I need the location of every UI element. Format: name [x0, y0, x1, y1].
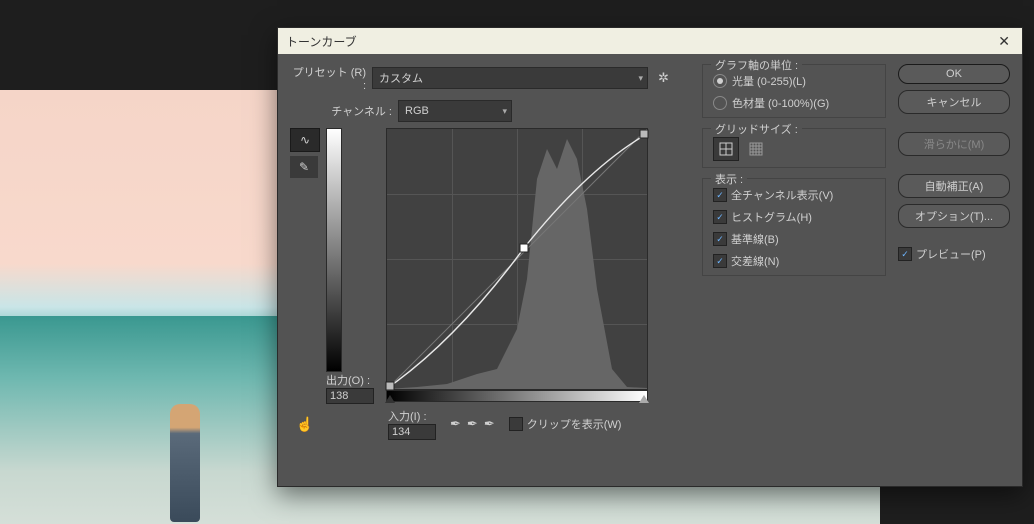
histogram-checkbox[interactable]: ✓: [713, 210, 727, 224]
black-eyedropper-icon[interactable]: ✒: [450, 416, 461, 432]
histogram-label: ヒストグラム(H): [731, 209, 812, 225]
intersection-checkbox[interactable]: ✓: [713, 254, 727, 268]
auto-button[interactable]: 自動補正(A): [898, 174, 1010, 198]
input-gradient: [386, 390, 648, 402]
all-channels-label: 全チャンネル表示(V): [731, 187, 833, 203]
input-value-input[interactable]: 134: [388, 424, 436, 440]
show-clip-checkbox[interactable]: [509, 417, 523, 431]
output-label: 出力(O) :: [326, 372, 374, 388]
white-eyedropper-icon[interactable]: ✒: [484, 416, 495, 432]
curve-point-selected[interactable]: [519, 244, 528, 253]
smooth-button[interactable]: 滑らかに(M): [898, 132, 1010, 156]
light-radio[interactable]: [713, 74, 727, 88]
display-group: 表示 : ✓ 全チャンネル表示(V) ✓ ヒストグラム(H) ✓ 基準線(B): [702, 178, 886, 276]
grid-fine-button[interactable]: [744, 138, 768, 160]
gear-icon[interactable]: ✲: [658, 70, 669, 86]
preset-label: プリセット (R) :: [290, 64, 366, 92]
grid-size-group: グリッドサイズ :: [702, 128, 886, 168]
pigment-radio[interactable]: [713, 96, 727, 110]
axis-unit-group: グラフ軸の単位 : 光量 (0-255)(L) 色材量 (0-100%)(G): [702, 64, 886, 118]
gray-eyedropper-icon[interactable]: ✒: [467, 416, 478, 432]
light-radio-label: 光量 (0-255)(L): [732, 73, 806, 89]
curve-tool-pencil-icon[interactable]: ✎: [290, 156, 318, 178]
ok-button[interactable]: OK: [898, 64, 1010, 84]
pigment-radio-label: 色材量 (0-100%)(G): [732, 95, 829, 111]
all-channels-checkbox[interactable]: ✓: [713, 188, 727, 202]
curve-line: [387, 129, 647, 389]
options-button[interactable]: オプション(T)...: [898, 204, 1010, 228]
dialog-title: トーンカーブ: [286, 33, 357, 50]
grid-coarse-button[interactable]: [713, 137, 739, 161]
display-group-title: 表示 :: [711, 171, 747, 187]
grid-size-title: グリッドサイズ :: [711, 121, 802, 137]
curves-graph[interactable]: [386, 128, 648, 390]
output-value-input[interactable]: 138: [326, 388, 374, 404]
output-gradient: [326, 128, 342, 372]
input-label: 入力(I) :: [388, 408, 436, 424]
axis-group-title: グラフ軸の単位 :: [711, 57, 802, 73]
baseline-label: 基準線(B): [731, 231, 779, 247]
curves-dialog: トーンカーブ ✕ プリセット (R) : カスタム ✲ チャンネル : RGB …: [277, 27, 1023, 487]
channel-select[interactable]: RGB: [398, 100, 512, 122]
dialog-titlebar: トーンカーブ ✕: [278, 28, 1022, 54]
cancel-button[interactable]: キャンセル: [898, 90, 1010, 114]
preview-checkbox[interactable]: ✓: [898, 247, 912, 261]
preview-label: プレビュー(P): [916, 246, 986, 262]
baseline-checkbox[interactable]: ✓: [713, 232, 727, 246]
show-clip-label: クリップを表示(W): [527, 416, 622, 432]
hand-tool-icon[interactable]: ☝: [290, 416, 320, 433]
channel-label: チャンネル :: [290, 103, 392, 119]
white-point-slider[interactable]: [639, 395, 649, 403]
preset-select[interactable]: カスタム: [372, 67, 648, 89]
curve-tool-point-icon[interactable]: ∿: [290, 128, 320, 152]
black-point-slider[interactable]: [385, 395, 395, 403]
close-icon[interactable]: ✕: [994, 33, 1014, 50]
curve-point[interactable]: [640, 130, 649, 139]
intersection-label: 交差線(N): [731, 253, 779, 269]
